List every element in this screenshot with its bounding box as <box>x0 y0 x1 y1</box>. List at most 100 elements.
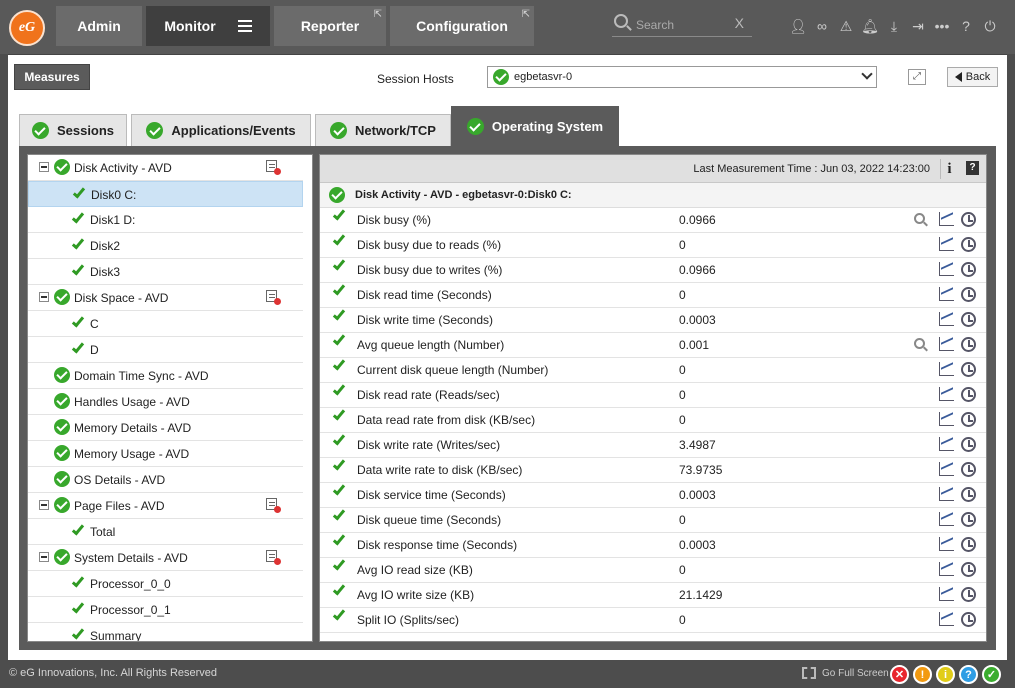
tree-node-processor-0-1[interactable]: Processor_0_1 <box>28 597 303 623</box>
session-host-select[interactable]: egbetasvr-0 <box>487 66 877 88</box>
collapse-toggle-icon[interactable] <box>39 500 49 510</box>
test-config-icon[interactable] <box>266 550 281 565</box>
tree-node-total[interactable]: Total <box>28 519 303 545</box>
graph-icon[interactable] <box>939 512 954 526</box>
tab-operating-system[interactable]: Operating System <box>451 106 619 146</box>
nav-tab-admin[interactable]: Admin <box>56 6 142 46</box>
graph-icon[interactable] <box>939 387 954 401</box>
measure-row[interactable]: Split IO (Splits/sec) 0 <box>320 607 986 633</box>
back-button[interactable]: Back <box>947 67 998 87</box>
info-icon[interactable]: i <box>940 159 958 179</box>
sign-in-icon[interactable]: ⇥ <box>906 16 930 36</box>
history-icon[interactable] <box>961 462 976 477</box>
tab-sessions[interactable]: Sessions <box>19 114 127 146</box>
collapse-toggle-icon[interactable] <box>39 552 49 562</box>
download-icon[interactable]: ⤓ <box>882 16 906 36</box>
bell-icon[interactable]: 🔔︎ <box>858 16 882 36</box>
tree-node-memory-usage[interactable]: Memory Usage - AVD <box>28 441 303 467</box>
graph-icon[interactable] <box>939 337 954 351</box>
clear-search-icon[interactable]: X <box>735 15 744 31</box>
full-screen-button[interactable]: Go Full Screen <box>802 667 889 679</box>
graph-icon[interactable] <box>939 562 954 576</box>
history-icon[interactable] <box>961 287 976 302</box>
history-icon[interactable] <box>961 387 976 402</box>
graph-icon[interactable] <box>939 262 954 276</box>
help-icon[interactable]: ? <box>966 161 979 175</box>
measure-row[interactable]: Disk queue time (Seconds) 0 <box>320 507 986 533</box>
tree-node-disk0[interactable]: Disk0 C: <box>28 181 303 207</box>
measures-button[interactable]: Measures <box>14 64 90 90</box>
graph-icon[interactable] <box>939 487 954 501</box>
measure-row[interactable]: Current disk queue length (Number) 0 <box>320 357 986 383</box>
measure-row[interactable]: Disk service time (Seconds) 0.0003 <box>320 482 986 508</box>
collapse-toggle-icon[interactable] <box>39 292 49 302</box>
nav-tab-reporter[interactable]: Reporter ⇱ <box>274 6 386 46</box>
measure-row[interactable]: Disk response time (Seconds) 0.0003 <box>320 532 986 558</box>
nav-tab-configuration[interactable]: Configuration ⇱ <box>390 6 534 46</box>
tree-node-disk1[interactable]: Disk1 D: <box>28 207 303 233</box>
history-icon[interactable] <box>961 562 976 577</box>
status-major-icon[interactable]: ! <box>913 665 932 684</box>
history-icon[interactable] <box>961 362 976 377</box>
tree-node-domain-time-sync[interactable]: Domain Time Sync - AVD <box>28 363 303 389</box>
history-icon[interactable] <box>961 587 976 602</box>
tree-node-system-details[interactable]: System Details - AVD <box>28 545 303 571</box>
help-icon[interactable]: ? <box>954 16 978 36</box>
measure-row[interactable]: Avg queue length (Number) 0.001 <box>320 332 986 358</box>
link-icon[interactable]: ∞ <box>810 16 834 36</box>
history-icon[interactable] <box>961 262 976 277</box>
history-icon[interactable] <box>961 512 976 527</box>
tree-node-disk2[interactable]: Disk2 <box>28 233 303 259</box>
graph-icon[interactable] <box>939 537 954 551</box>
graph-icon[interactable] <box>939 287 954 301</box>
test-config-icon[interactable] <box>266 498 281 513</box>
graph-icon[interactable] <box>939 462 954 476</box>
history-icon[interactable] <box>961 237 976 252</box>
tree-node-page-files[interactable]: Page Files - AVD <box>28 493 303 519</box>
search-input[interactable] <box>636 16 726 34</box>
detailed-diagnosis-icon[interactable] <box>914 338 925 349</box>
graph-icon[interactable] <box>939 362 954 376</box>
tree-node-d[interactable]: D <box>28 337 303 363</box>
measure-row[interactable]: Disk read rate (Reads/sec) 0 <box>320 382 986 408</box>
graph-icon[interactable] <box>939 437 954 451</box>
status-critical-icon[interactable]: ✕ <box>890 665 909 684</box>
tree-node-disk3[interactable]: Disk3 <box>28 259 303 285</box>
eg-logo[interactable]: eG <box>9 10 45 46</box>
measure-row[interactable]: Disk write rate (Writes/sec) 3.4987 <box>320 432 986 458</box>
detailed-diagnosis-icon[interactable] <box>914 213 925 224</box>
nav-tab-monitor[interactable]: Monitor <box>146 6 270 46</box>
measure-row[interactable]: Disk busy (%) 0.0966 <box>320 207 986 233</box>
test-config-icon[interactable] <box>266 290 281 305</box>
graph-icon[interactable] <box>939 237 954 251</box>
graph-icon[interactable] <box>939 587 954 601</box>
measure-row[interactable]: Disk write time (Seconds) 0.0003 <box>320 307 986 333</box>
history-icon[interactable] <box>961 437 976 452</box>
history-icon[interactable] <box>961 612 976 627</box>
measure-row[interactable]: Disk busy due to reads (%) 0 <box>320 232 986 258</box>
power-icon[interactable]: ⏻ <box>978 16 1002 36</box>
collapse-toggle-icon[interactable] <box>39 162 49 172</box>
tree-node-memory-details[interactable]: Memory Details - AVD <box>28 415 303 441</box>
export-excel-icon[interactable]: ⤢ <box>908 69 926 85</box>
tree-node-os-details[interactable]: OS Details - AVD <box>28 467 303 493</box>
user-icon[interactable]: 👤︎ <box>786 16 810 36</box>
tree-node-summary[interactable]: Summary <box>28 623 303 641</box>
alert-triangle-icon[interactable]: ⚠︎ <box>834 16 858 36</box>
tree-node-processor-0-0[interactable]: Processor_0_0 <box>28 571 303 597</box>
tab-applications-events[interactable]: Applications/Events <box>131 114 311 146</box>
measure-row[interactable]: Data write rate to disk (KB/sec) 73.9735 <box>320 457 986 483</box>
graph-icon[interactable] <box>939 212 954 226</box>
graph-icon[interactable] <box>939 412 954 426</box>
measure-row[interactable]: Disk busy due to writes (%) 0.0966 <box>320 257 986 283</box>
graph-icon[interactable] <box>939 312 954 326</box>
hamburger-menu-icon[interactable] <box>237 20 252 32</box>
history-icon[interactable] <box>961 412 976 427</box>
history-icon[interactable] <box>961 212 976 227</box>
history-icon[interactable] <box>961 487 976 502</box>
more-icon[interactable]: ••• <box>930 16 954 36</box>
history-icon[interactable] <box>961 312 976 327</box>
measure-row[interactable]: Disk read time (Seconds) 0 <box>320 282 986 308</box>
history-icon[interactable] <box>961 537 976 552</box>
tab-network-tcp[interactable]: Network/TCP <box>315 114 451 146</box>
